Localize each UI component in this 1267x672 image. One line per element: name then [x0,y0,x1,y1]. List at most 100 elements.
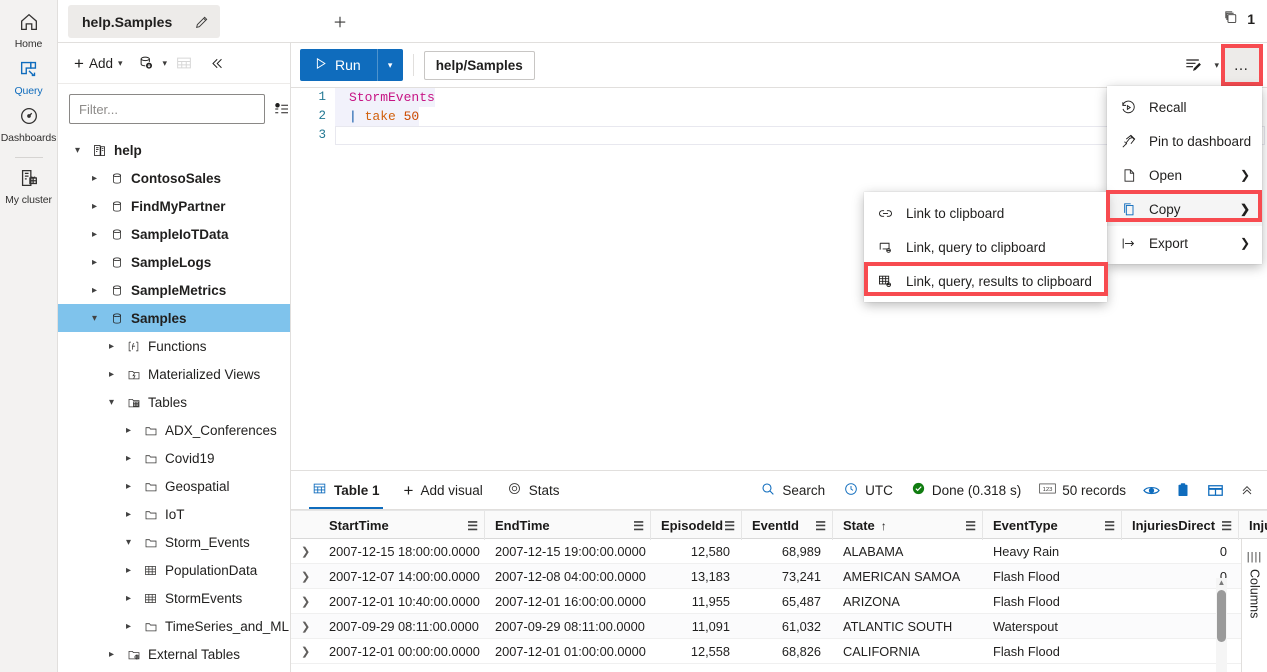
chevron-right-icon[interactable]: ▸ [87,257,102,268]
clipboard-icon[interactable] [1169,476,1197,504]
submenu-item-link-query-results-to-clipboard[interactable]: Link, query, results to clipboard [864,264,1107,298]
format-query-button[interactable] [1178,50,1208,80]
collapse-results-button[interactable] [1233,476,1261,504]
chevron-down-icon[interactable]: ▾ [70,145,85,156]
chevron-right-icon[interactable]: ▸ [121,565,136,576]
chevron-right-icon[interactable]: ▸ [121,509,136,520]
filter-input[interactable] [69,94,265,124]
filter-options-icon[interactable] [273,96,291,122]
submenu-item-link-to-clipboard[interactable]: Link to clipboard [864,196,1107,230]
chevron-down-icon[interactable]: ▾ [104,397,119,408]
query-tab-help-samples[interactable]: help.Samples [68,5,221,38]
grid-header-eventid[interactable]: EventId ☰ [742,511,833,540]
scroll-up-arrow-icon[interactable]: ▲ [1217,578,1226,587]
tree-node-tables[interactable]: ▾ Tables [58,388,290,416]
tree-node-samplemetrics[interactable]: ▸ SampleMetrics [58,276,290,304]
tab-add-visual[interactable]: + Add visual [393,471,494,509]
chevron-right-icon[interactable]: ▸ [87,173,102,184]
tree-node-help[interactable]: ▾ help [58,136,290,164]
rail-item-dashboards[interactable]: Dashboards [0,100,58,147]
tree-node-timeseries-and-ml[interactable]: ▸ TimeSeries_and_ML [58,612,290,640]
tree-node-samplelogs[interactable]: ▸ SampleLogs [58,248,290,276]
tree-node-samples[interactable]: ▾ Samples [58,304,290,332]
chevron-right-icon[interactable]: ▸ [121,425,136,436]
more-options-button[interactable]: … [1221,44,1263,86]
tree-node-iot[interactable]: ▸ IoT [58,500,290,528]
menu-item-copy[interactable]: Copy ❯ [1107,192,1262,226]
column-menu-icon[interactable]: ☰ [1221,520,1232,532]
grid-header-inju[interactable]: Inju [1239,511,1267,540]
grid-row[interactable]: ❯ 2007-12-01 10:40:00.0000 2007-12-01 16:0… [291,589,1267,614]
add-tab-button[interactable] [326,8,354,36]
chevron-right-icon[interactable]: ▸ [121,453,136,464]
tree-node-populationdata[interactable]: ▸ PopulationData [58,556,290,584]
grid-row[interactable]: ❯ 2007-12-15 18:00:00.0000 2007-12-15 19:0… [291,539,1267,564]
add-button[interactable]: + Add ▾ [68,49,129,77]
grid-row[interactable]: ❯ 2007-09-29 08:11:00.0000 2007-09-29 08:1… [291,614,1267,639]
collapse-sidebar-button[interactable] [203,49,229,77]
open-window-icon[interactable] [1201,476,1229,504]
database-add-button[interactable] [133,49,159,77]
chevron-right-icon[interactable]: ▸ [121,621,136,632]
tree-node-sampleiotdata[interactable]: ▸ SampleIoTData [58,220,290,248]
row-expander[interactable]: ❯ [291,539,319,564]
tree-node-geospatial[interactable]: ▸ Geospatial [58,472,290,500]
chevron-right-icon[interactable]: ▸ [104,341,119,352]
grid-row[interactable]: ❯ 2007-12-07 14:00:00.0000 2007-12-08 04:0… [291,564,1267,589]
table-view-button[interactable] [171,49,197,77]
chevron-right-icon[interactable]: ▸ [87,285,102,296]
tree-node-external-tables[interactable]: ▸ External Tables [58,640,290,668]
tree-node-adx-conferences[interactable]: ▸ ADX_Conferences [58,416,290,444]
editor-code[interactable] [335,126,357,145]
run-options-button[interactable]: ▾ [376,49,403,81]
column-menu-icon[interactable]: ☰ [815,520,826,532]
menu-item-open[interactable]: Open ❯ [1107,158,1262,192]
rail-item-query[interactable]: Query [0,53,58,100]
row-expander[interactable]: ❯ [291,639,319,664]
search-button[interactable]: Search [753,476,832,504]
pencil-icon[interactable] [194,14,210,30]
grid-header-endtime[interactable]: EndTime ☰ [485,511,651,540]
timezone-button[interactable]: UTC [836,476,900,504]
column-menu-icon[interactable]: ☰ [724,520,735,532]
tree-node-covid19[interactable]: ▸ Covid19 [58,444,290,472]
rail-item-home[interactable]: Home [0,6,58,53]
menu-item-export[interactable]: Export ❯ [1107,226,1262,260]
grid-row[interactable]: ❯ 2007-12-01 00:00:00.0000 2007-12-01 01:0… [291,639,1267,664]
grid-header-eventtype[interactable]: EventType ☰ [983,511,1122,540]
tab-stats[interactable]: Stats [496,471,571,509]
chevron-right-icon[interactable]: ▸ [121,481,136,492]
editor-code[interactable]: | take 50 [335,107,420,126]
eye-icon[interactable] [1137,476,1165,504]
tree-node-contososales[interactable]: ▸ ContosoSales [58,164,290,192]
chevron-right-icon[interactable]: ▸ [104,369,119,380]
submenu-item-link-query-to-clipboard[interactable]: Link, query to clipboard [864,230,1107,264]
grid-header-episodeid[interactable]: EpisodeId ☰ [651,511,742,540]
chevron-right-icon[interactable]: ▸ [104,649,119,660]
chevron-right-icon[interactable]: ▸ [87,229,102,240]
tree-node-materialized-views[interactable]: ▸ Materialized Views [58,360,290,388]
tree-node-functions[interactable]: ▸ Functions [58,332,290,360]
scrollbar-thumb[interactable] [1217,590,1226,642]
chevron-down-icon[interactable]: ▾ [87,313,102,324]
tree-node-storm-events[interactable]: ▾ Storm_Events [58,528,290,556]
rail-item-my-cluster[interactable]: My cluster [0,162,58,209]
column-menu-icon[interactable]: ☰ [467,520,478,532]
database-selector[interactable]: help/Samples [423,50,535,80]
grid-header-injuriesdirect[interactable]: InjuriesDirect ☰ [1122,511,1239,540]
tree-node-stormevents[interactable]: ▸ StormEvents [58,584,290,612]
grid-header-state[interactable]: State ↑ ☰ [833,511,983,540]
column-menu-icon[interactable]: ☰ [1104,520,1115,532]
format-query-chevron-icon[interactable]: ▾ [1210,60,1223,71]
editor-code[interactable]: StormEvents [335,88,435,107]
menu-item-recall[interactable]: Recall [1107,90,1262,124]
tree-node-findmypartner[interactable]: ▸ FindMyPartner [58,192,290,220]
chevron-right-icon[interactable]: ▸ [87,201,102,212]
tab-copies-indicator[interactable]: 1 [1223,9,1255,29]
row-expander[interactable]: ❯ [291,564,319,589]
database-add-chevron-icon[interactable]: ▾ [163,58,168,69]
row-expander[interactable]: ❯ [291,589,319,614]
grid-header-starttime[interactable]: StartTime ☰ [319,511,485,540]
columns-side-panel[interactable]: |||| Columns [1241,539,1267,672]
row-expander[interactable]: ❯ [291,614,319,639]
